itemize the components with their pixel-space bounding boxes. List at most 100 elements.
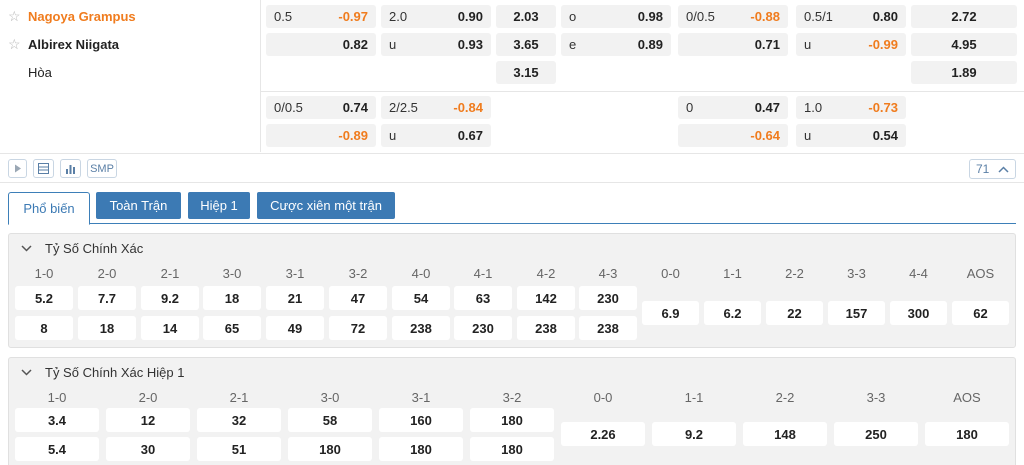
odds-cell[interactable]: 0.82: [266, 33, 376, 56]
score-odds-cell[interactable]: 58: [288, 408, 372, 432]
smp-button[interactable]: SMP: [87, 159, 117, 178]
score-header: 1-1: [723, 266, 742, 281]
odds-cell[interactable]: o 0.98: [561, 5, 671, 28]
tab-first-half[interactable]: Hiệp 1: [188, 192, 250, 219]
score-odds-cell[interactable]: 49: [266, 316, 324, 340]
tab-full-match[interactable]: Toàn Trận: [96, 192, 181, 219]
odds-cell[interactable]: 2.72: [911, 5, 1017, 28]
score-odds-cell[interactable]: 18: [78, 316, 136, 340]
tab-same-game-parlay[interactable]: Cược xiên một trận: [257, 192, 395, 219]
match-toolbar: SMP 71: [0, 153, 1024, 183]
score-odds-cell[interactable]: 300: [890, 301, 947, 325]
score-odds-cell[interactable]: 160: [379, 408, 463, 432]
score-header: AOS: [966, 266, 995, 281]
score-odds-cell[interactable]: 72: [329, 316, 387, 340]
home-team-name[interactable]: Nagoya Grampus: [28, 9, 136, 24]
score-odds-cell[interactable]: 6.9: [642, 301, 699, 325]
score-odds-cell[interactable]: 5.2: [15, 286, 73, 310]
odds-cell[interactable]: 0.5 -0.97: [266, 5, 376, 28]
handicap-line: 0/0.5: [274, 100, 303, 115]
odds-cell[interactable]: 0 0.47: [678, 96, 788, 119]
score-odds-cell[interactable]: 9.2: [652, 422, 736, 446]
score-odds-cell[interactable]: 5.4: [15, 437, 99, 461]
collapse-count-button[interactable]: 71: [969, 159, 1016, 179]
bar-chart-icon: [66, 165, 75, 174]
odds-value: 0.71: [754, 37, 780, 52]
odd-even-label: e: [569, 37, 577, 52]
score-odds-cell[interactable]: 51: [197, 437, 281, 461]
score-odds-cell[interactable]: 238: [579, 316, 637, 340]
odds-cell[interactable]: 0.71: [678, 33, 788, 56]
odds-cell[interactable]: -0.64: [678, 124, 788, 147]
odds-cell[interactable]: 0.5/1 0.80: [796, 5, 906, 28]
score-odds-cell[interactable]: 230: [454, 316, 512, 340]
odds-cell[interactable]: u -0.99: [796, 33, 906, 56]
score-odds-cell[interactable]: 142: [517, 286, 575, 310]
score-odds-cell[interactable]: 3.4: [15, 408, 99, 432]
score-odds-cell[interactable]: 22: [766, 301, 823, 325]
score-odds-cell[interactable]: 47: [329, 286, 387, 310]
play-button[interactable]: [8, 159, 27, 178]
tab-popular[interactable]: Phổ biến: [8, 192, 90, 225]
score-odds-cell[interactable]: 250: [834, 422, 918, 446]
chart-button[interactable]: [60, 159, 81, 178]
score-odds-cell[interactable]: 7.7: [78, 286, 136, 310]
score-odds-cell[interactable]: 180: [470, 437, 554, 461]
score-header: 0-0: [593, 390, 613, 405]
odds-cell[interactable]: 3.15: [496, 61, 556, 84]
score-odds-cell[interactable]: 6.2: [704, 301, 761, 325]
favorite-star-icon[interactable]: ☆: [8, 9, 22, 23]
odds-cell[interactable]: 4.95: [911, 33, 1017, 56]
score-odds-cell[interactable]: 32: [197, 408, 281, 432]
score-odds-cell[interactable]: 180: [470, 408, 554, 432]
odds-cell[interactable]: 2.0 0.90: [381, 5, 491, 28]
odds-cell[interactable]: e 0.89: [561, 33, 671, 56]
odds-cell[interactable]: 1.0 -0.73: [796, 96, 906, 119]
score-odds-cell[interactable]: 54: [392, 286, 450, 310]
score-odds-cell[interactable]: 8: [15, 316, 73, 340]
score-odds-cell[interactable]: 12: [106, 408, 190, 432]
away-team-name[interactable]: Albirex Niigata: [28, 37, 119, 52]
odds-cell[interactable]: u 0.67: [381, 124, 491, 147]
section-header[interactable]: Tỷ Số Chính Xác: [21, 241, 143, 256]
odds-cell[interactable]: 1.89: [911, 61, 1017, 84]
score-odds-cell[interactable]: 180: [925, 422, 1009, 446]
score-odds-cell[interactable]: 63: [454, 286, 512, 310]
odds-cell[interactable]: u 0.54: [796, 124, 906, 147]
odds-cell[interactable]: 3.65: [496, 33, 556, 56]
favorite-star-icon[interactable]: ☆: [8, 37, 22, 51]
score-odds-cell[interactable]: 62: [952, 301, 1009, 325]
score-odds-cell[interactable]: 18: [203, 286, 261, 310]
odds-value: 0.93: [457, 37, 483, 52]
handicap-line: 0: [686, 100, 694, 115]
odds-value: -0.73: [868, 100, 898, 115]
odds-cell[interactable]: -0.89: [266, 124, 376, 147]
score-odds-cell[interactable]: 180: [379, 437, 463, 461]
score-odds-cell[interactable]: 238: [517, 316, 575, 340]
odds-cell[interactable]: 0/0.5 0.74: [266, 96, 376, 119]
score-odds-cell[interactable]: 30: [106, 437, 190, 461]
section-header[interactable]: Tỷ Số Chính Xác Hiệp 1: [21, 365, 184, 380]
odds-cell[interactable]: u 0.93: [381, 33, 491, 56]
odds-value: 2.03: [513, 9, 539, 24]
odds-value: 0.89: [637, 37, 663, 52]
score-odds-cell[interactable]: 148: [743, 422, 827, 446]
stats-table-button[interactable]: [33, 159, 54, 178]
section-title: Tỷ Số Chính Xác Hiệp 1: [45, 365, 185, 380]
score-odds-cell[interactable]: 180: [288, 437, 372, 461]
odds-cell[interactable]: 0/0.5 -0.88: [678, 5, 788, 28]
score-odds-cell[interactable]: 21: [266, 286, 324, 310]
score-odds-cell[interactable]: 238: [392, 316, 450, 340]
under-label: u: [804, 128, 812, 143]
score-odds-cell[interactable]: 14: [141, 316, 199, 340]
score-odds-cell[interactable]: 65: [203, 316, 261, 340]
odds-cell[interactable]: 2/2.5 -0.84: [381, 96, 491, 119]
score-header: 2-2: [785, 266, 804, 281]
odds-cell[interactable]: 2.03: [496, 5, 556, 28]
score-odds-cell[interactable]: 2.26: [561, 422, 645, 446]
score-odds-cell[interactable]: 157: [828, 301, 885, 325]
odds-value: 0.98: [637, 9, 663, 24]
score-odds-cell[interactable]: 230: [579, 286, 637, 310]
score-header: 3-1: [285, 266, 305, 281]
score-odds-cell[interactable]: 9.2: [141, 286, 199, 310]
